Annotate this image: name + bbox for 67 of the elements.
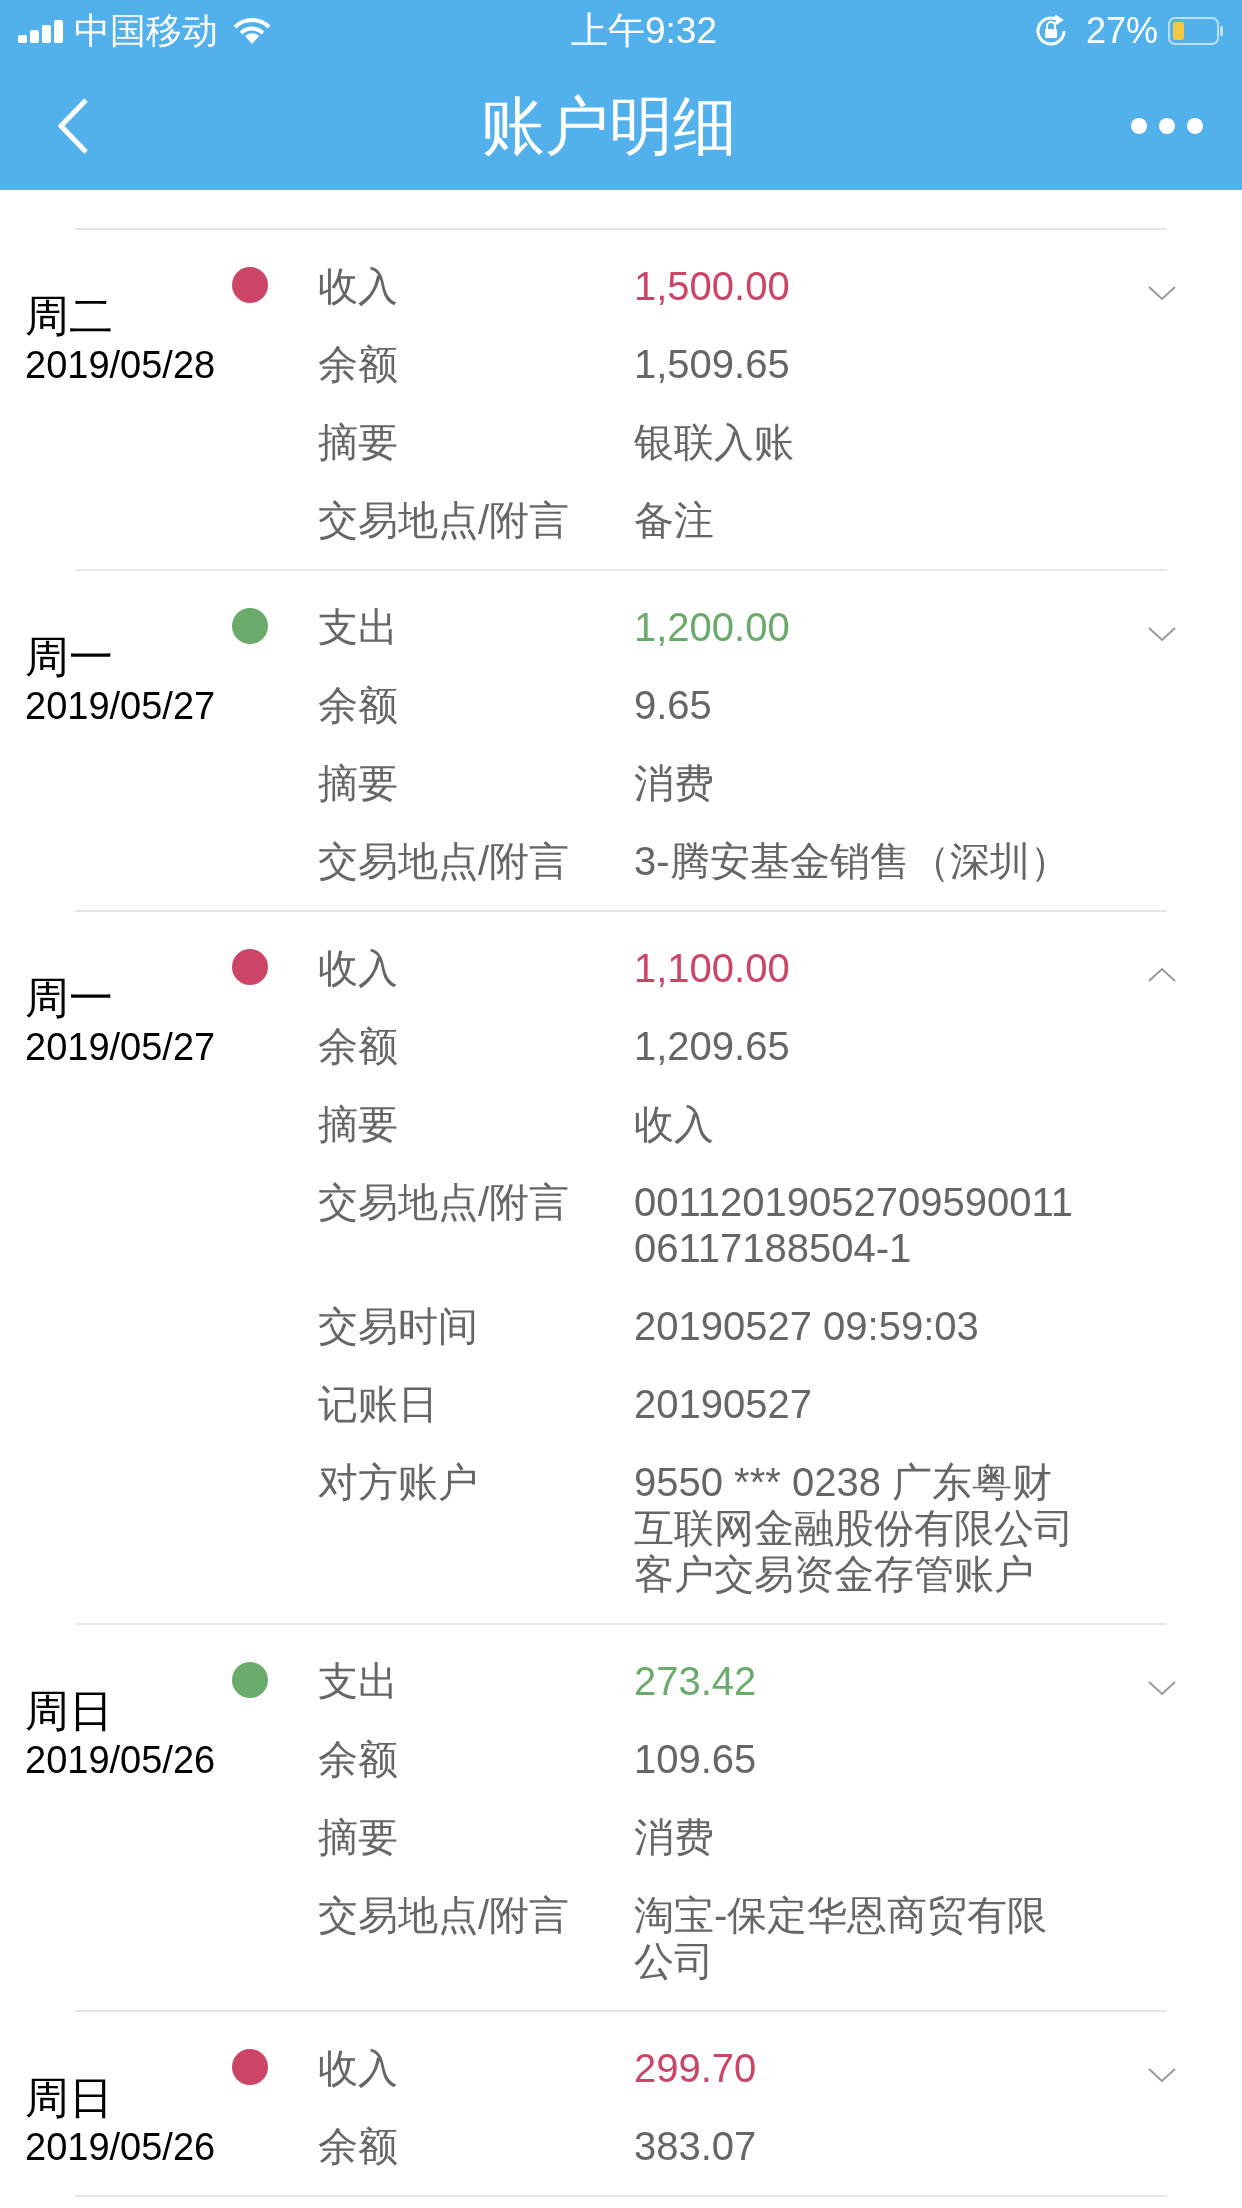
field-value: 109.65 bbox=[634, 1736, 758, 1782]
signal-icon bbox=[18, 19, 64, 43]
field-value: 383.07 bbox=[634, 2123, 758, 2169]
wifi-icon bbox=[232, 16, 272, 46]
field-label: 摘要 bbox=[318, 760, 399, 806]
page-title: 账户明细 bbox=[480, 89, 738, 164]
field-label: 对方账户 bbox=[318, 1459, 479, 1505]
rotation-lock-icon bbox=[1033, 14, 1068, 48]
field-value: 3-腾安基金销售（深圳） bbox=[634, 838, 1071, 884]
chevron-down-icon[interactable] bbox=[1147, 2067, 1177, 2083]
field-value: 9.65 bbox=[634, 682, 713, 728]
field-label: 收入 bbox=[318, 263, 399, 309]
field-value: 0011201905270959001106117188504-1 bbox=[634, 1179, 1074, 1271]
field-value: 1,100.00 bbox=[634, 945, 791, 991]
field-value: 备注 bbox=[634, 497, 715, 543]
field-value: 银联入账 bbox=[634, 419, 795, 465]
field-label: 余额 bbox=[318, 1736, 399, 1782]
weekday: 周日 bbox=[25, 1685, 114, 1737]
chevron-down-icon[interactable] bbox=[1147, 285, 1177, 301]
weekday: 周一 bbox=[25, 972, 114, 1024]
field-label: 余额 bbox=[318, 2123, 399, 2169]
field-value: 299.70 bbox=[634, 2045, 758, 2091]
field-label: 交易地点/附言 bbox=[318, 497, 571, 543]
battery-icon bbox=[1168, 17, 1224, 45]
date: 2019/05/27 bbox=[25, 684, 217, 728]
field-label: 摘要 bbox=[318, 1101, 399, 1147]
date: 2019/05/27 bbox=[25, 1025, 217, 1069]
field-value: 1,509.65 bbox=[634, 341, 791, 387]
field-label: 支出 bbox=[318, 604, 399, 650]
field-label: 摘要 bbox=[318, 1814, 399, 1860]
battery-percent: 27% bbox=[1085, 9, 1158, 53]
chevron-down-icon[interactable] bbox=[1147, 626, 1177, 642]
weekday: 周二 bbox=[25, 290, 114, 342]
weekday: 周日 bbox=[25, 2072, 114, 2124]
back-icon[interactable] bbox=[58, 98, 88, 154]
field-label: 余额 bbox=[318, 682, 399, 728]
field-value: 1,209.65 bbox=[634, 1023, 791, 1069]
field-value: 9550 *** 0238 广东粤财互联网金融股份有限公司客户交易资金存管账户 bbox=[634, 1459, 1075, 1597]
field-label: 记账日 bbox=[318, 1381, 439, 1427]
field-label: 交易时间 bbox=[318, 1303, 479, 1349]
field-value: 273.42 bbox=[634, 1658, 758, 1704]
field-value: 收入 bbox=[634, 1101, 715, 1147]
weekday: 周一 bbox=[25, 631, 114, 683]
date: 2019/05/28 bbox=[25, 343, 217, 387]
chevron-up-icon[interactable] bbox=[1147, 967, 1177, 983]
field-label: 余额 bbox=[318, 341, 399, 387]
field-label: 交易地点/附言 bbox=[318, 1892, 571, 1938]
field-value: 20190527 09:59:03 bbox=[634, 1303, 980, 1349]
field-label: 收入 bbox=[318, 2045, 399, 2091]
field-value: 淘宝-保定华恩商贸有限公司 bbox=[634, 1892, 1049, 1984]
field-label: 摘要 bbox=[318, 419, 399, 465]
clock-time: 上午9:32 bbox=[571, 9, 717, 54]
field-value: 消费 bbox=[634, 760, 715, 806]
carrier-name: 中国移动 bbox=[74, 9, 218, 53]
field-label: 交易地点/附言 bbox=[318, 1179, 571, 1225]
field-label: 交易地点/附言 bbox=[318, 838, 571, 884]
field-value: 1,500.00 bbox=[634, 263, 791, 309]
date: 2019/05/26 bbox=[25, 1738, 217, 1782]
field-value: 消费 bbox=[634, 1814, 715, 1860]
field-label: 收入 bbox=[318, 945, 399, 991]
more-icon[interactable] bbox=[1130, 117, 1204, 135]
date: 2019/05/26 bbox=[25, 2125, 217, 2169]
field-label: 支出 bbox=[318, 1658, 399, 1704]
chevron-down-icon[interactable] bbox=[1147, 1680, 1177, 1696]
field-value: 20190527 bbox=[634, 1381, 813, 1427]
field-value: 1,200.00 bbox=[634, 604, 791, 650]
field-label: 余额 bbox=[318, 1023, 399, 1069]
